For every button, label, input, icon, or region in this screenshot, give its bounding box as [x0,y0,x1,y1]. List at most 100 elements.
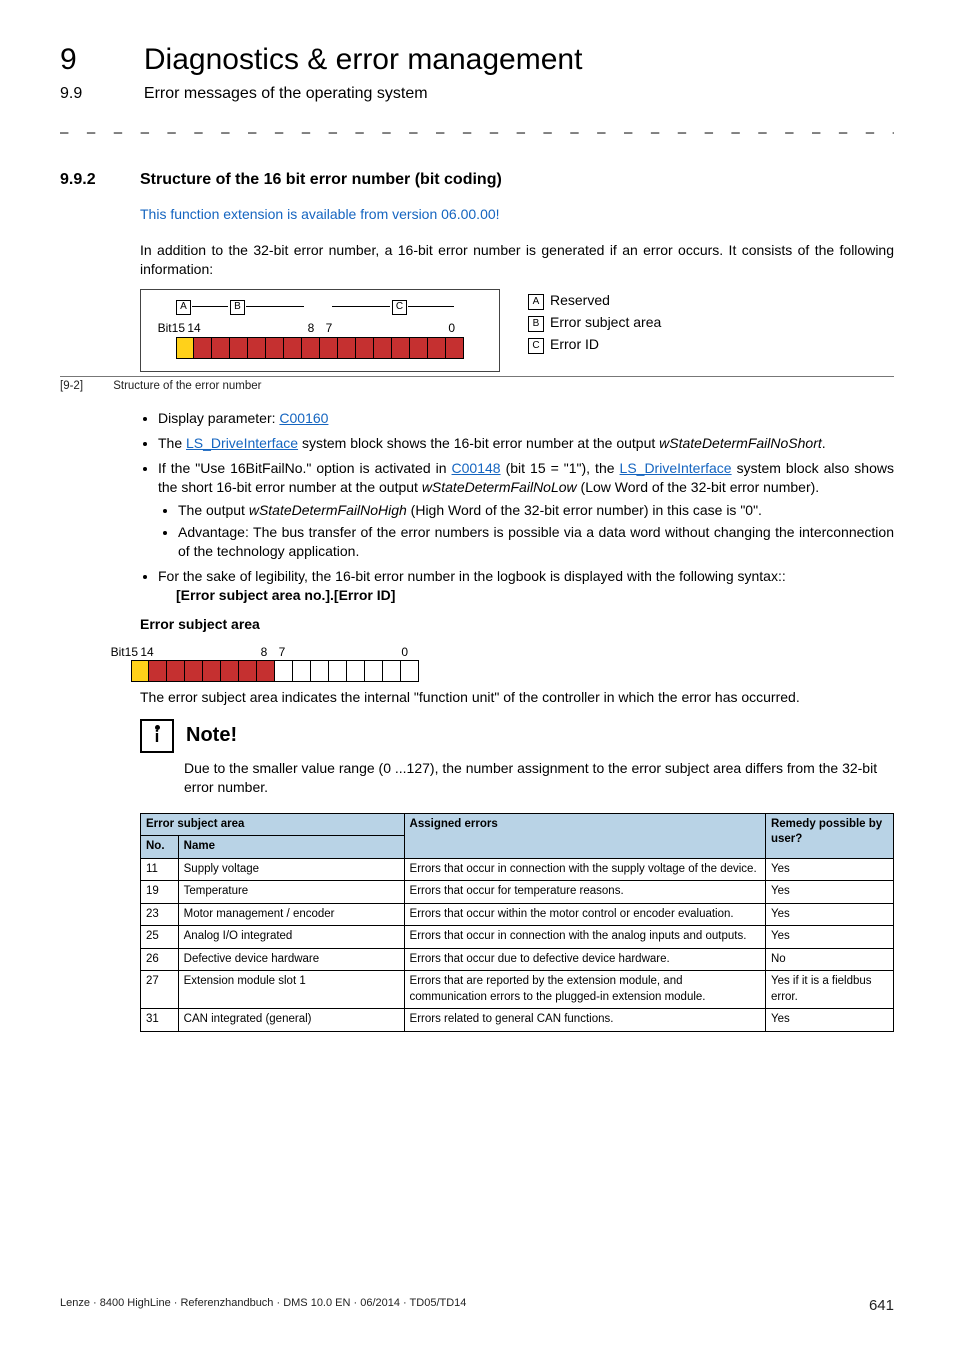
table-cell: Yes [765,858,893,881]
bit-cell [149,660,167,682]
version-note: This function extension is available fro… [140,205,894,224]
table-row: 26Defective device hardwareErrors that o… [141,948,894,971]
list-text: (bit 15 = "1"), the [501,460,620,476]
table-cell: Errors that occur in connection with the… [404,858,765,881]
figure-legend: AReserved BError subject area CError ID [528,289,661,372]
bit-cell [293,660,311,682]
table-header-name: Name [178,836,404,859]
link-c00160[interactable]: C00160 [279,410,328,426]
list-item: For the sake of legibility, the 16-bit e… [158,567,894,605]
section-number: 9.9.2 [60,169,140,191]
bit-label-0: 0 [437,320,455,336]
legend-text-c: Error ID [550,336,599,352]
table-cell: Supply voltage [178,858,404,881]
bit-cell [347,660,365,682]
list-item: Advantage: The bus transfer of the error… [178,523,894,561]
fig-label-a: A [176,300,191,315]
legend-key-a: A [528,294,544,310]
esa-paragraph: The error subject area indicates the int… [140,688,894,707]
list-text: Display parameter: [158,410,279,426]
bullet-list: Display parameter: C00160 The LS_DriveIn… [140,409,894,605]
subheading-error-subject-area: Error subject area [140,615,894,634]
list-text: . [822,435,826,451]
bit-label-15: Bit15 [98,644,138,660]
table-cell: Errors that occur in connection with the… [404,926,765,949]
table-cell: 26 [141,948,179,971]
bit-label-7: 7 [320,320,338,336]
list-text: (High Word of the 32-bit error number) i… [407,502,762,518]
bit-cell [302,337,320,359]
table-cell: Errors that occur for temperature reason… [404,881,765,904]
bit-cell [221,660,239,682]
bit-label-14: 14 [138,644,156,660]
bit-cell [230,337,248,359]
divider-dashed: – – – – – – – – – – – – – – – – – – – – … [60,124,894,143]
bit-label-8: 8 [302,320,320,336]
bit-cell [284,337,302,359]
table-cell: 31 [141,1009,179,1032]
bit-cell [374,337,392,359]
bit-cell [356,337,374,359]
table-row: 27Extension module slot 1Errors that are… [141,971,894,1009]
italic-term: wStateDetermFailNoShort [659,435,822,451]
table-cell: Analog I/O integrated [178,926,404,949]
table-row: 31CAN integrated (general)Errors related… [141,1009,894,1032]
legend-key-b: B [528,316,544,332]
figure-error-number-structure: A B C Bit15 14 8 7 0 [140,289,894,372]
table-cell: No [765,948,893,971]
table-cell: 27 [141,971,179,1009]
table-cell: Errors that are reported by the extensio… [404,971,765,1009]
chapter-title: Diagnostics & error management [144,43,583,76]
table-cell: CAN integrated (general) [178,1009,404,1032]
subchapter-title: Error messages of the operating system [144,85,428,102]
table-cell: Yes [765,926,893,949]
bit-cell [185,660,203,682]
bit-cell [239,660,257,682]
intro-paragraph: In addition to the 32-bit error number, … [140,241,894,279]
bit-cell [320,337,338,359]
table-row: 25Analog I/O integratedErrors that occur… [141,926,894,949]
link-c00148[interactable]: C00148 [452,460,501,476]
section-title: Structure of the 16 bit error number (bi… [140,169,502,191]
list-item: The output wStateDetermFailNoHigh (High … [178,501,894,520]
table-cell: Temperature [178,881,404,904]
syntax-bold: [Error subject area no.].[Error ID] [176,587,395,603]
table-row: 11Supply voltageErrors that occur in con… [141,858,894,881]
bit-cell [248,337,266,359]
table-cell: Yes [765,1009,893,1032]
bit-cell [194,337,212,359]
bit-cell [410,337,428,359]
subchapter-number: 9.9 [60,83,140,105]
note-text: Due to the smaller value range (0 ...127… [184,759,894,797]
bit-cell [383,660,401,682]
link-ls-driveinterface[interactable]: LS_DriveInterface [620,460,732,476]
bit-cell [176,337,194,359]
table-row: 19TemperatureErrors that occur for tempe… [141,881,894,904]
table-cell: Errors related to general CAN functions. [404,1009,765,1032]
bit-cell [329,660,347,682]
bit-label-0: 0 [390,644,408,660]
legend-key-c: C [528,338,544,354]
bit-cell [401,660,419,682]
link-ls-driveinterface[interactable]: LS_DriveInterface [186,435,298,451]
bit-label-8: 8 [255,644,273,660]
chapter-number: 9 [60,40,140,81]
bit-cell [275,660,293,682]
footer-text: Lenze · 8400 HighLine · Referenzhandbuch… [60,1296,466,1316]
list-item: The LS_DriveInterface system block shows… [158,434,894,453]
list-item: Display parameter: C00160 [158,409,894,428]
figure-caption-label: [9-2] [60,379,110,395]
table-cell: Errors that occur within the motor contr… [404,903,765,926]
list-text: If the "Use 16BitFailNo." option is acti… [158,460,452,476]
bit-cell [212,337,230,359]
bit-label-15: Bit15 [145,320,185,336]
table-row: 23Motor management / encoderErrors that … [141,903,894,926]
table-cell: Defective device hardware [178,948,404,971]
table-cell: 19 [141,881,179,904]
bit-cell [266,337,284,359]
bit-cell [428,337,446,359]
error-subject-area-table: Error subject area Assigned errors Remed… [140,813,894,1032]
italic-term: wStateDetermFailNoLow [422,479,577,495]
table-cell: Extension module slot 1 [178,971,404,1009]
list-text: (Low Word of the 32-bit error number). [577,479,820,495]
